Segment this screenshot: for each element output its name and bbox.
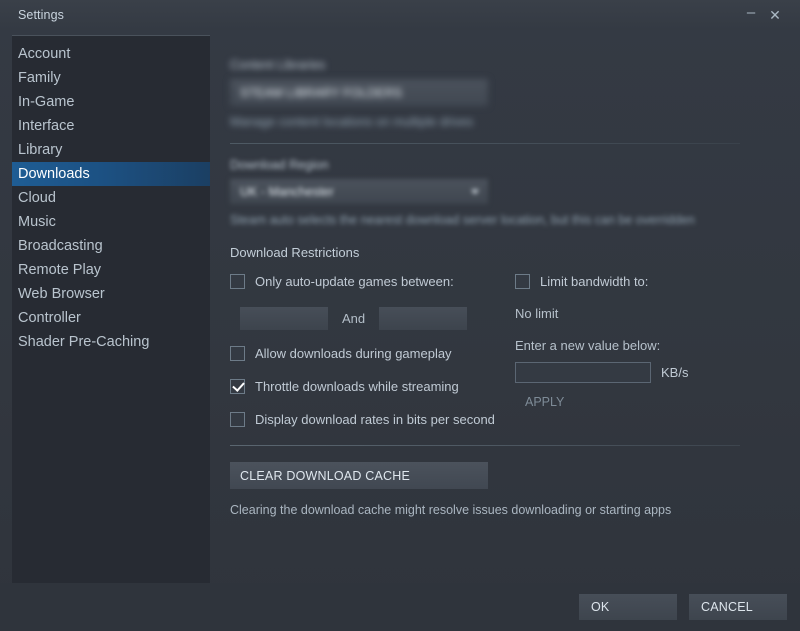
bandwidth-enter-value-label: Enter a new value below: — [515, 338, 661, 353]
settings-sidebar: Account Family In-Game Interface Library… — [12, 35, 210, 583]
window-controls: – ✕ — [740, 4, 792, 26]
display-download-rates-bits-label: Display download rates in bits per secon… — [255, 412, 495, 427]
bandwidth-value-input[interactable] — [515, 362, 651, 383]
download-region-select[interactable]: UK - Manchester — [230, 179, 488, 204]
minimize-icon[interactable]: – — [740, 1, 762, 23]
sidebar-item-account[interactable]: Account — [12, 42, 210, 66]
download-region-value: UK - Manchester — [240, 184, 334, 199]
sidebar-item-label: Controller — [18, 310, 81, 326]
sidebar-item-library[interactable]: Library — [12, 138, 210, 162]
dialog-footer: OK CANCEL — [0, 583, 800, 631]
sidebar-item-label: Family — [18, 70, 61, 86]
restrictions-right-column: Limit bandwidth to: No limit Enter a new… — [515, 274, 740, 427]
sidebar-item-label: Cloud — [18, 190, 56, 206]
throttle-downloads-while-streaming-label: Throttle downloads while streaming — [255, 379, 459, 394]
steam-library-folders-button[interactable]: STEAM LIBRARY FOLDERS — [230, 79, 488, 106]
auto-update-time-range: And — [240, 307, 515, 330]
sidebar-item-label: Interface — [18, 118, 75, 134]
clear-download-cache-hint: Clearing the download cache might resolv… — [230, 503, 672, 517]
sidebar-item-label: Music — [18, 214, 56, 230]
sidebar-item-music[interactable]: Music — [12, 210, 210, 234]
sidebar-item-label: Web Browser — [18, 286, 105, 302]
throttle-downloads-while-streaming-checkbox[interactable] — [230, 379, 245, 394]
limit-bandwidth-checkbox[interactable] — [515, 274, 530, 289]
ok-button[interactable]: OK — [579, 594, 677, 620]
allow-downloads-during-gameplay-row[interactable]: Allow downloads during gameplay — [230, 346, 515, 361]
title-bar: Settings – ✕ — [0, 0, 800, 30]
sidebar-item-web-browser[interactable]: Web Browser — [12, 282, 210, 306]
sidebar-item-label: Remote Play — [18, 262, 102, 278]
close-icon[interactable]: ✕ — [764, 4, 786, 26]
apply-bandwidth-button[interactable]: APPLY — [525, 395, 564, 409]
chevron-down-icon — [471, 189, 479, 194]
restrictions-left-column: Only auto-update games between: And Allo… — [230, 274, 515, 427]
sidebar-item-shader-pre-caching[interactable]: Shader Pre-Caching — [12, 330, 210, 354]
and-label: And — [342, 311, 366, 326]
downloads-settings-panel: Content Libraries STEAM LIBRARY FOLDERS … — [222, 30, 800, 583]
display-download-rates-bits-row[interactable]: Display download rates in bits per secon… — [230, 412, 515, 427]
bandwidth-current-status: No limit — [515, 306, 559, 321]
sidebar-item-controller[interactable]: Controller — [12, 306, 210, 330]
sidebar-item-label: Downloads — [18, 166, 90, 182]
allow-downloads-during-gameplay-label: Allow downloads during gameplay — [255, 346, 452, 361]
download-region-label: Download Region — [230, 158, 329, 172]
sidebar-item-label: Broadcasting — [18, 238, 103, 254]
sidebar-item-remote-play[interactable]: Remote Play — [12, 258, 210, 282]
content-libraries-hint: Manage content locations on multiple dri… — [230, 115, 474, 129]
display-download-rates-bits-checkbox[interactable] — [230, 412, 245, 427]
sidebar-item-cloud[interactable]: Cloud — [12, 186, 210, 210]
auto-update-start-time-select[interactable] — [240, 307, 328, 330]
body: Account Family In-Game Interface Library… — [0, 30, 800, 583]
sidebar-item-label: Shader Pre-Caching — [18, 334, 150, 350]
sidebar-item-interface[interactable]: Interface — [12, 114, 210, 138]
divider-cache — [230, 445, 740, 446]
content-libraries-label: Content Libraries — [230, 58, 326, 72]
auto-update-end-time-select[interactable] — [379, 307, 468, 330]
sidebar-item-family[interactable]: Family — [12, 66, 210, 90]
bandwidth-unit-label: KB/s — [661, 365, 689, 380]
download-region-hint: Steam auto selects the nearest download … — [230, 213, 695, 227]
sidebar-item-label: In-Game — [18, 94, 75, 110]
allow-downloads-during-gameplay-checkbox[interactable] — [230, 346, 245, 361]
throttle-downloads-while-streaming-row[interactable]: Throttle downloads while streaming — [230, 379, 515, 394]
limit-bandwidth-row[interactable]: Limit bandwidth to: — [515, 274, 740, 289]
bandwidth-input-row: KB/s — [515, 362, 740, 383]
sidebar-item-in-game[interactable]: In-Game — [12, 90, 210, 114]
sidebar-item-broadcasting[interactable]: Broadcasting — [12, 234, 210, 258]
clear-download-cache-button[interactable]: CLEAR DOWNLOAD CACHE — [230, 462, 488, 489]
settings-window: Settings – ✕ Account Family In-Game Inte… — [0, 0, 800, 631]
only-auto-update-row[interactable]: Only auto-update games between: — [230, 274, 515, 289]
only-auto-update-label: Only auto-update games between: — [255, 274, 454, 289]
download-restrictions-title: Download Restrictions — [230, 245, 360, 260]
divider-top — [230, 143, 740, 144]
only-auto-update-checkbox[interactable] — [230, 274, 245, 289]
sidebar-item-label: Account — [18, 46, 71, 62]
sidebar-item-downloads[interactable]: Downloads — [12, 162, 210, 186]
download-restrictions-grid: Only auto-update games between: And Allo… — [230, 274, 740, 427]
limit-bandwidth-label: Limit bandwidth to: — [540, 274, 649, 289]
window-title: Settings — [18, 8, 64, 22]
sidebar-item-label: Library — [18, 142, 63, 158]
cancel-button[interactable]: CANCEL — [689, 594, 787, 620]
